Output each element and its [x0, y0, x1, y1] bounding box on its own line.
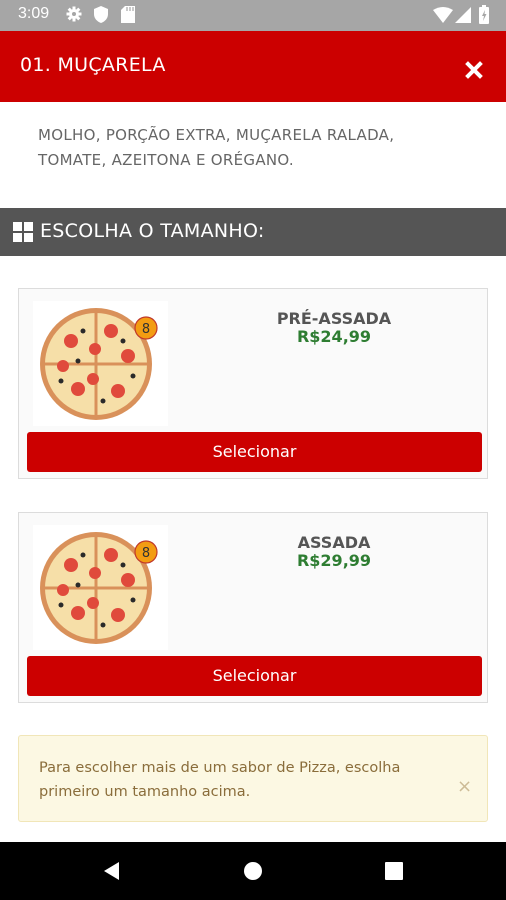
- home-icon[interactable]: [243, 861, 263, 881]
- back-icon[interactable]: [102, 861, 122, 881]
- info-alert: Para escolher mais de um sabor de Pizza,…: [18, 735, 488, 822]
- alert-close-button[interactable]: ×: [457, 776, 472, 797]
- product-title: 01. MUÇARELA: [20, 54, 166, 76]
- pizza-image: 8: [33, 301, 168, 426]
- gear-icon: [66, 6, 82, 22]
- slices-badge: 8: [142, 546, 150, 561]
- recents-icon[interactable]: [385, 862, 403, 880]
- status-time: 3:09: [18, 5, 50, 22]
- size-section-label: ESCOLHA O TAMANHO:: [40, 220, 265, 242]
- option-price: R$24,99: [296, 327, 372, 346]
- select-button[interactable]: Selecionar: [27, 656, 482, 696]
- grid-icon: [13, 222, 33, 242]
- product-description: MOLHO, PORÇÃO EXTRA, MUÇARELA RALADA, TO…: [38, 126, 395, 169]
- slices-badge: 8: [142, 322, 150, 337]
- status-bar: 3:09: [0, 0, 506, 31]
- size-option-card: 8 PRÉ-ASSADA R$24,99 Selecionar: [18, 288, 488, 479]
- alert-text: Para escolher mais de um sabor de Pizza,…: [39, 760, 401, 800]
- option-name: PRÉ-ASSADA: [276, 309, 392, 328]
- product-header: 01. MUÇARELA: [0, 31, 506, 102]
- sd-card-icon: [121, 6, 135, 23]
- size-section-header: ESCOLHA O TAMANHO:: [0, 208, 506, 256]
- option-name: ASSADA: [297, 533, 371, 552]
- signal-icon: [455, 7, 471, 23]
- navigation-bar: [0, 842, 506, 900]
- size-option-card: 8 ASSADA R$29,99 Selecionar: [18, 512, 488, 703]
- select-button[interactable]: Selecionar: [27, 432, 482, 472]
- wifi-icon: [433, 7, 453, 23]
- pizza-image: 8: [33, 525, 168, 650]
- close-icon[interactable]: [462, 58, 486, 82]
- battery-icon: [479, 5, 489, 24]
- option-price: R$29,99: [296, 551, 372, 570]
- shield-icon: [94, 6, 108, 23]
